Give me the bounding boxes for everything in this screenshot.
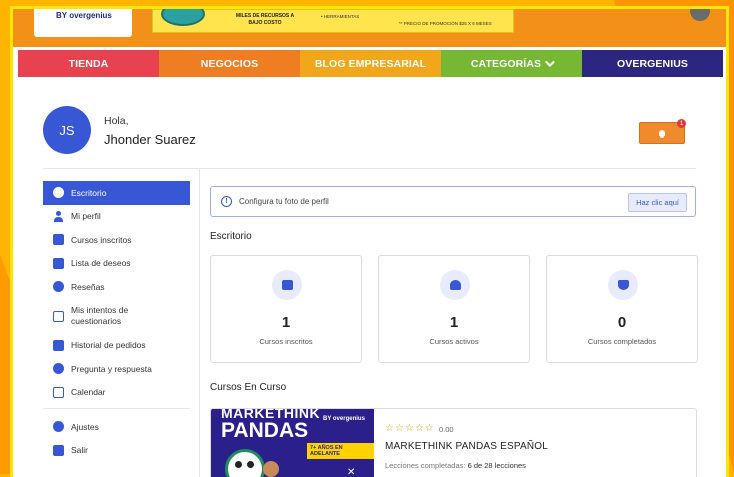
greeting: Hola, bbox=[104, 115, 129, 127]
promo-banner[interactable]: MILES DE RECURSOS A BAJO COSTO • HERRAMI… bbox=[152, 9, 514, 33]
site-header: BY overgenius MILES DE RECURSOS A BAJO C… bbox=[13, 9, 726, 47]
logout-icon bbox=[53, 444, 64, 456]
close-icon: ✕ bbox=[347, 467, 356, 477]
dashboard-icon bbox=[53, 187, 64, 199]
sidebar-item-label: Lista de deseos bbox=[71, 258, 131, 269]
nav-label: OVERGENIUS bbox=[616, 57, 688, 70]
stat-label: Cursos activos bbox=[429, 337, 479, 346]
thumb-age-tag: 7+ AÑOS EN ADELANTE bbox=[307, 443, 374, 459]
sidebar-item-label: Escritorio bbox=[71, 187, 107, 198]
stat-value: 0 bbox=[617, 314, 627, 331]
question-answer-icon bbox=[53, 363, 64, 375]
calendar-icon bbox=[53, 386, 64, 398]
sidebar-divider bbox=[43, 408, 190, 409]
divider bbox=[43, 168, 696, 169]
site-logo[interactable]: BY overgenius bbox=[31, 9, 135, 40]
panda-icon bbox=[225, 449, 265, 477]
banner-line-1: MILES DE RECURSOS A BAJO COSTO bbox=[235, 13, 295, 26]
sidebar-item-label: Cursos inscritos bbox=[71, 234, 132, 245]
stat-card-enrolled: 1 Cursos inscritos bbox=[210, 255, 362, 363]
info-icon: ! bbox=[221, 196, 232, 207]
thumb-brand: BY overgenius bbox=[323, 416, 365, 422]
dashboard-content: JS Hola, Jhonder Suarez 1 Escritorio Mi … bbox=[13, 77, 726, 477]
in-progress-title: Cursos En Curso bbox=[210, 382, 287, 393]
lessons-label: Lecciones completadas: bbox=[385, 461, 466, 470]
nav-tienda[interactable]: TIENDA bbox=[18, 50, 159, 77]
sidebar-item-escritorio[interactable]: Escritorio bbox=[43, 181, 190, 205]
profile-photo-alert: ! Configura tu foto de perfil Haz clic a… bbox=[210, 186, 696, 217]
sidebar-item-pregunta-respuesta[interactable]: Pregunta y respuesta bbox=[43, 357, 190, 381]
course-thumbnail[interactable]: MARKETHINK PANDAS BY overgenius 7+ AÑOS … bbox=[211, 409, 374, 477]
sidebar-item-label: Mis intentos de cuestionarios bbox=[71, 305, 129, 326]
sidebar-item-resenas[interactable]: Reseñas bbox=[43, 275, 190, 299]
sidebar-item-calendar[interactable]: Calendar bbox=[43, 381, 190, 405]
main-nav: TIENDA NEGOCIOS BLOG EMPRESARIAL CATEGOR… bbox=[18, 50, 723, 77]
avatar-initials: JS bbox=[59, 122, 75, 138]
notification-badge: 1 bbox=[677, 119, 686, 128]
gear-icon bbox=[53, 421, 64, 433]
course-title[interactable]: MARKETHINK PANDAS ESPAÑOL bbox=[385, 441, 548, 452]
alert-text: Configura tu foto de perfil bbox=[239, 197, 329, 206]
sidebar-item-label: Salir bbox=[71, 445, 89, 456]
sidebar-item-historial-pedidos[interactable]: Historial de pedidos bbox=[43, 334, 190, 358]
nav-label: NEGOCIOS bbox=[200, 57, 259, 70]
nav-categorias[interactable]: CATEGORÍAS bbox=[441, 50, 582, 77]
chevron-down-icon bbox=[545, 57, 555, 68]
graduation-cap-icon bbox=[53, 234, 64, 246]
nav-label: CATEGORÍAS bbox=[470, 57, 542, 70]
sidebar-item-lista-de-deseos[interactable]: Lista de deseos bbox=[43, 252, 190, 276]
dashboard-title: Escritorio bbox=[210, 231, 252, 242]
sidebar-item-label: Historial de pedidos bbox=[71, 340, 146, 351]
nav-blog-empresarial[interactable]: BLOG EMPRESARIAL bbox=[300, 50, 441, 77]
logo-text: BY overgenius bbox=[56, 11, 112, 20]
dashboard-sidebar: Escritorio Mi perfil Cursos inscritos Li… bbox=[43, 181, 190, 462]
sidebar-item-ajustes[interactable]: Ajustes bbox=[43, 415, 190, 439]
sidebar-item-label: Calendar bbox=[71, 387, 106, 398]
stat-value: 1 bbox=[281, 314, 291, 331]
cart-icon bbox=[53, 339, 64, 351]
sidebar-item-salir[interactable]: Salir bbox=[43, 439, 190, 463]
mascot-icon bbox=[161, 9, 205, 26]
stat-card-completed: 0 Cursos completados bbox=[546, 255, 698, 363]
thumb-title-line-2: PANDAS bbox=[221, 419, 309, 442]
banner-line-2: • HERRAMIENTAS bbox=[321, 14, 360, 19]
lessons-progress: Lecciones completadas: 6 de 28 lecciones bbox=[385, 461, 526, 470]
sidebar-item-label: Reseñas bbox=[71, 281, 105, 292]
sidebar-item-label: Pregunta y respuesta bbox=[71, 363, 152, 374]
quiz-icon bbox=[53, 310, 64, 322]
bookmark-icon bbox=[53, 257, 64, 269]
book-open-icon bbox=[272, 270, 302, 300]
stat-value: 1 bbox=[449, 314, 459, 331]
stat-label: Cursos completados bbox=[587, 337, 657, 346]
nav-label: TIENDA bbox=[68, 57, 109, 70]
nav-overgenius[interactable]: OVERGENIUS bbox=[582, 50, 723, 77]
vertical-divider bbox=[199, 169, 200, 477]
trophy-icon bbox=[608, 270, 638, 300]
sidebar-item-label: Ajustes bbox=[71, 421, 99, 432]
sidebar-item-cuestionarios[interactable]: Mis intentos de cuestionarios bbox=[43, 299, 190, 334]
set-photo-button[interactable]: Haz clic aquí bbox=[628, 193, 687, 212]
lessons-value: 6 de 28 lecciones bbox=[467, 461, 526, 470]
user-name: Jhonder Suarez bbox=[104, 132, 196, 147]
header-avatar[interactable] bbox=[690, 9, 710, 21]
user-icon bbox=[53, 210, 64, 222]
sidebar-item-mi-perfil[interactable]: Mi perfil bbox=[43, 205, 190, 229]
sidebar-item-label: Mi perfil bbox=[71, 211, 101, 222]
browser-frame: BY overgenius MILES DE RECURSOS A BAJO C… bbox=[10, 6, 729, 477]
stat-label: Cursos inscritos bbox=[259, 337, 313, 346]
rating-stars: ☆☆☆☆☆ bbox=[385, 423, 435, 434]
stat-card-active: 1 Cursos activos bbox=[378, 255, 530, 363]
nav-label: BLOG EMPRESARIAL bbox=[314, 57, 427, 70]
graduation-cap-icon bbox=[440, 270, 470, 300]
nav-negocios[interactable]: NEGOCIOS bbox=[159, 50, 300, 77]
user-avatar: JS bbox=[43, 106, 91, 154]
sidebar-item-cursos-inscritos[interactable]: Cursos inscritos bbox=[43, 228, 190, 252]
banner-line-3: ** PRECIO DE PROMOCIÓN $25 X 6 MESES bbox=[399, 21, 492, 26]
course-card[interactable]: MARKETHINK PANDAS BY overgenius 7+ AÑOS … bbox=[210, 408, 697, 477]
star-icon bbox=[53, 281, 64, 293]
kid-photo bbox=[263, 461, 279, 477]
bell-icon bbox=[659, 130, 665, 138]
rating-value: 0.00 bbox=[439, 425, 454, 434]
